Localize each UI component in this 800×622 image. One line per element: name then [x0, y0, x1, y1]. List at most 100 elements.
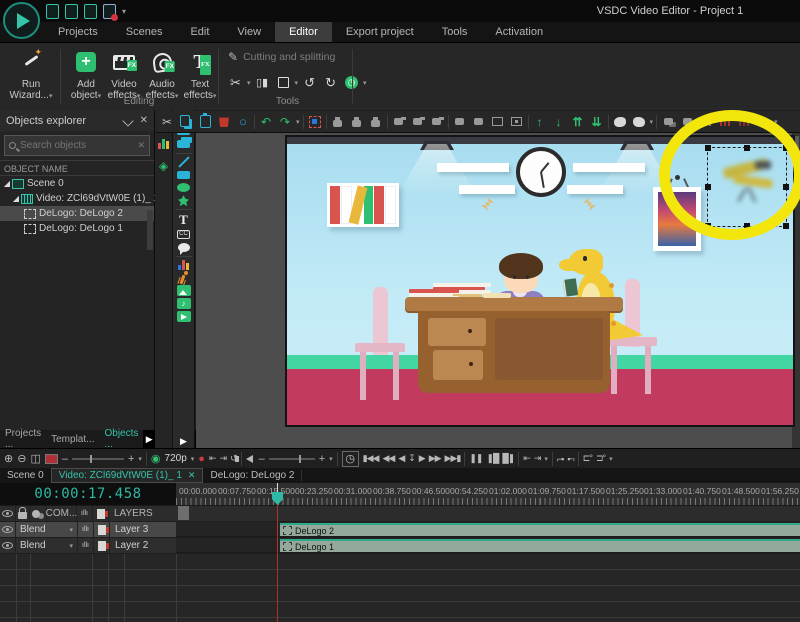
multi-rectangle-tool[interactable] [174, 138, 194, 151]
menu-projects[interactable]: Projects [44, 22, 112, 42]
layer-visibility-icon[interactable] [0, 522, 16, 537]
animation-tool[interactable] [174, 271, 194, 284]
timeline-ruler[interactable]: 00:00.000 00:07.750 00:15.500 00:23.250 … [176, 483, 800, 505]
rectangle-tool[interactable] [174, 168, 194, 181]
blend-mode-select[interactable]: Blend▾ [16, 522, 78, 537]
tab-projects-explorer[interactable]: Projects ... [0, 428, 46, 450]
fast-rewind-icon[interactable]: ◀◀ [382, 451, 394, 467]
menu-scenes[interactable]: Scenes [112, 22, 177, 42]
align-middle-icon[interactable] [410, 114, 426, 130]
jump-in-icon[interactable]: ⇤ [523, 451, 530, 467]
layer-track[interactable]: DeLogo 1 [176, 538, 800, 553]
group-objects-icon[interactable] [660, 114, 676, 130]
expand-toolbar-icon[interactable]: ▶ [174, 435, 194, 448]
menu-edit[interactable]: Edit [176, 22, 223, 42]
lock-column-icon[interactable] [16, 506, 30, 521]
tab-templates[interactable]: Templat... [46, 434, 99, 445]
tree-item-video[interactable]: ◢ Video: ZCl69dVtW0E (1)_ 1 [0, 191, 154, 206]
subtitles-tool[interactable]: CC [174, 228, 194, 241]
menu-export-project[interactable]: Export project [332, 22, 428, 42]
go-to-end-icon[interactable]: ▶▶▮ [445, 451, 461, 467]
marker-in-icon[interactable]: ⇤ [209, 451, 216, 467]
paste-icon[interactable] [197, 114, 213, 130]
volume-slider[interactable] [269, 458, 315, 460]
pause-frame-icon[interactable]: ❚█ [486, 451, 498, 467]
move-down-icon[interactable]: ↓ [551, 114, 567, 130]
pause-all-icon[interactable]: █❚ [502, 451, 514, 467]
quickbar-caret-icon[interactable]: ▾ [122, 7, 126, 19]
close-tab-icon[interactable]: ✕ [188, 470, 196, 481]
text-effects-button[interactable]: TFX Text effects▾ [178, 47, 222, 102]
layer-visibility-icon[interactable] [0, 538, 16, 553]
split-tool-icon[interactable]: ▯▮ [253, 73, 272, 92]
menu-activation[interactable]: Activation [481, 22, 557, 42]
layer-track[interactable]: DeLogo 2 [176, 522, 800, 537]
search-input[interactable] [20, 140, 137, 151]
set-cursor-icon[interactable]: ↧ [408, 451, 415, 467]
fast-forward-icon[interactable]: ▶▶ [429, 451, 441, 467]
clip-delogo-1[interactable]: DeLogo 1 [280, 539, 800, 552]
record-icon[interactable]: ● [198, 451, 205, 467]
free-shape-tool[interactable] [174, 194, 194, 207]
clip-delogo-2[interactable]: DeLogo 2 [280, 523, 800, 536]
blend-mode-select[interactable]: Blend▾ [16, 538, 78, 553]
add-video-tool[interactable] [174, 310, 194, 323]
split-frame-icon[interactable]: ⊐° [596, 451, 605, 467]
move-tool-icon[interactable]: ◈ [159, 159, 168, 173]
menu-editor[interactable]: Editor [275, 22, 332, 42]
text-tool[interactable]: T [174, 212, 194, 228]
center-vertical-icon[interactable] [471, 114, 487, 130]
ellipse-marker-icon[interactable]: ○ [235, 114, 251, 130]
tree-item-scene[interactable]: ◢ Scene 0 [0, 176, 154, 191]
panel-scrollbar[interactable] [147, 210, 153, 250]
layer-row-2[interactable]: Blend▾ ıllı Layer 2 DeLogo 1 [0, 538, 800, 553]
timeline-tab-delogo[interactable]: DeLogo: DeLogo 2 [203, 468, 301, 483]
save-project-icon[interactable] [84, 4, 97, 19]
shape-subtract-icon[interactable] [631, 114, 647, 130]
selection-mode-icon[interactable] [307, 114, 323, 130]
layer-thumbnail-icon[interactable] [94, 538, 110, 553]
trim-end-icon[interactable]: ▪¬ [567, 451, 573, 467]
zoom-out-timeline-icon[interactable]: ⊖ [17, 451, 26, 467]
trim-start-icon[interactable]: ⌐▪ [557, 451, 563, 467]
search-box[interactable]: ✕ [4, 135, 150, 156]
add-audio-tool[interactable]: ♪ [174, 297, 194, 310]
rotate-cw-icon[interactable]: ↻ [321, 73, 340, 92]
run-wizard-button[interactable]: Run Wizard...▾ [5, 47, 57, 102]
clear-search-icon[interactable]: ✕ [137, 140, 145, 151]
objects-column-icon[interactable] [30, 506, 47, 521]
play-icon[interactable]: ▶ [419, 451, 425, 467]
zoom-in-timeline-icon[interactable]: ⊕ [4, 451, 13, 467]
rotate-ccw-icon[interactable]: ↺ [300, 73, 319, 92]
undo-icon[interactable]: ↶ [258, 114, 274, 130]
chart-tool[interactable] [174, 258, 194, 271]
copy-icon[interactable] [178, 114, 194, 130]
align-bottom-icon[interactable] [429, 114, 445, 130]
cut-icon[interactable]: ✂ [159, 114, 175, 130]
pause-region-icon[interactable]: ❚❚ [469, 451, 482, 467]
jump-out-icon[interactable]: ⇥ [534, 451, 541, 467]
move-to-top-icon[interactable]: ⇈ [570, 114, 586, 130]
step-back-icon[interactable]: ◀ [398, 451, 404, 467]
split-parts-icon[interactable]: ⊏° [583, 451, 592, 467]
layer-thumbnail-icon[interactable] [94, 522, 110, 537]
layer-waveform-icon[interactable]: ıllı [78, 538, 94, 553]
preview-quality-icon[interactable]: ◉ [151, 451, 161, 467]
export-project-icon[interactable] [103, 4, 116, 19]
film-strip-icon[interactable] [45, 454, 58, 464]
delete-icon[interactable] [216, 114, 232, 130]
menu-tools[interactable]: Tools [428, 22, 482, 42]
move-up-icon[interactable]: ↑ [532, 114, 548, 130]
expand-tabs-icon[interactable]: ▶ [143, 430, 155, 448]
align-top-icon[interactable] [391, 114, 407, 130]
open-project-icon[interactable] [65, 4, 78, 19]
tree-item-delogo-1[interactable]: DeLogo: DeLogo 1 [0, 221, 154, 236]
timeline-tab-scene[interactable]: Scene 0 [0, 468, 51, 483]
redo-icon[interactable]: ↷ [277, 114, 293, 130]
line-tool[interactable] [174, 156, 194, 169]
close-panel-icon[interactable]: ✕ [140, 115, 148, 126]
selection-handle[interactable] [783, 223, 789, 229]
new-project-icon[interactable] [46, 4, 59, 19]
menu-view[interactable]: View [223, 22, 275, 42]
pin-icon[interactable] [122, 115, 133, 126]
